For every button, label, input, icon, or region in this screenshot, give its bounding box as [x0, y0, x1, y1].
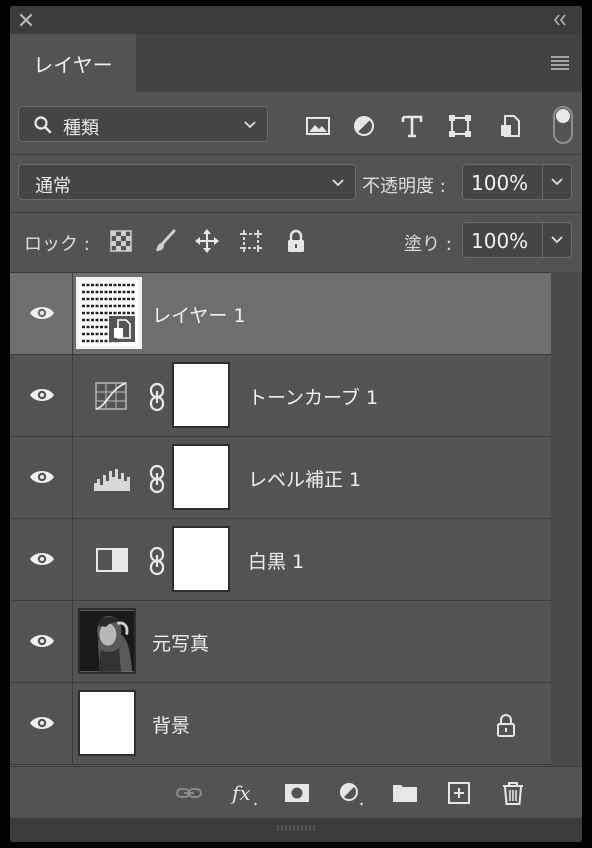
collapse-panel-icon[interactable] [550, 11, 570, 29]
eye-icon[interactable] [28, 549, 56, 569]
lock-label: ロック : [24, 234, 90, 255]
layer-mask-thumbnail[interactable] [172, 526, 230, 592]
eye-icon[interactable] [28, 303, 56, 323]
layer-name: レベル補正 1 [248, 469, 362, 491]
blend-mode-label: 通常 [35, 176, 71, 197]
divider [72, 519, 73, 600]
layer-mask-thumbnail[interactable] [172, 362, 230, 428]
photo-thumbnail [78, 608, 136, 674]
lock-all-icon[interactable] [283, 228, 309, 254]
layer-row[interactable]: トーンカーブ 1 [10, 355, 551, 437]
lock-image-pixels-icon[interactable] [152, 228, 178, 254]
lock-position-icon[interactable] [194, 228, 220, 254]
link-layers-icon[interactable] [174, 778, 204, 808]
lock-icon[interactable] [494, 712, 518, 738]
svg-text:fx: fx [230, 781, 251, 805]
curves-adjustment-icon [95, 382, 127, 410]
mask-link-icon[interactable] [147, 382, 167, 412]
divider [72, 601, 73, 682]
chevron-down-icon[interactable] [549, 175, 565, 189]
layer-row[interactable]: レイヤー 1 [10, 273, 551, 355]
blend-mode-select[interactable]: 通常 [18, 164, 356, 200]
scrollbar-track[interactable] [551, 272, 582, 766]
field-divider [542, 165, 543, 199]
divider [10, 154, 582, 155]
fill-field[interactable]: 100% [462, 222, 572, 258]
layer-name: 元写真 [152, 633, 210, 655]
layer-name: レイヤー 1 [152, 305, 246, 327]
tab-layers-label: レイヤー [33, 52, 113, 77]
fill-label: 塗り : [404, 234, 452, 255]
image-filter-icon[interactable] [304, 112, 332, 140]
black-white-adjustment-icon [96, 548, 128, 572]
eye-icon[interactable] [28, 631, 56, 651]
chevron-down-icon[interactable] [549, 233, 565, 247]
lock-artboard-icon[interactable] [238, 228, 264, 254]
smart-object-badge-icon [109, 316, 135, 342]
layer-row[interactable]: 元写真 [10, 601, 551, 683]
layer-row[interactable]: レベル補正 1 [10, 437, 551, 519]
divider [72, 683, 73, 764]
chevron-down-icon [244, 121, 256, 129]
levels-adjustment-icon [94, 469, 130, 491]
lock-transparent-pixels-icon[interactable] [108, 228, 134, 254]
layer-row[interactable]: 背景 [10, 683, 551, 765]
fx-icon[interactable]: fx [230, 778, 260, 808]
new-group-icon[interactable] [390, 778, 420, 808]
smart-object-filter-icon[interactable] [496, 112, 524, 140]
panel-title-bar [10, 6, 582, 34]
filter-kind-label: 種類 [63, 118, 99, 139]
shape-filter-icon[interactable] [446, 112, 474, 140]
eye-icon[interactable] [28, 713, 56, 733]
layer-thumbnail [76, 277, 142, 349]
tab-layers[interactable]: レイヤー [10, 34, 136, 92]
new-layer-icon[interactable] [444, 778, 474, 808]
layer-name: トーンカーブ 1 [248, 387, 379, 409]
filter-toggle-switch[interactable] [553, 106, 573, 144]
eye-icon[interactable] [28, 467, 56, 487]
opacity-field[interactable]: 100% [462, 164, 572, 200]
panel-menu-icon[interactable] [548, 52, 572, 72]
layers-panel: レイヤー 種類 通常 不透明度: 100% ロック: 塗り: 100% レ… [10, 6, 582, 842]
resize-grip-icon[interactable] [276, 824, 316, 832]
filter-kind-select[interactable]: 種類 [18, 106, 268, 142]
opacity-value: 100% [471, 171, 529, 195]
new-adjustment-layer-icon[interactable] [336, 778, 366, 808]
type-filter-icon[interactable] [398, 112, 426, 140]
toggle-knob [556, 109, 570, 123]
layer-thumbnail [78, 690, 136, 756]
search-icon [34, 116, 52, 134]
divider [10, 212, 582, 213]
add-mask-icon[interactable] [282, 778, 312, 808]
layer-name: 背景 [152, 715, 191, 737]
mask-link-icon[interactable] [147, 546, 167, 576]
layer-mask-thumbnail[interactable] [172, 444, 230, 510]
close-icon[interactable] [16, 10, 36, 30]
divider [72, 437, 73, 518]
layer-name: 白黒 1 [248, 551, 305, 573]
mask-link-icon[interactable] [147, 464, 167, 494]
divider [72, 355, 73, 436]
chevron-down-icon [332, 179, 344, 187]
field-divider [542, 223, 543, 257]
divider [72, 273, 73, 354]
fill-value: 100% [471, 229, 529, 253]
layer-row[interactable]: 白黒 1 [10, 519, 551, 601]
opacity-label: 不透明度 : [362, 176, 446, 197]
adjustment-filter-icon[interactable] [350, 112, 378, 140]
tab-bar: レイヤー [10, 34, 582, 92]
eye-icon[interactable] [28, 385, 56, 405]
delete-layer-icon[interactable] [498, 778, 528, 808]
